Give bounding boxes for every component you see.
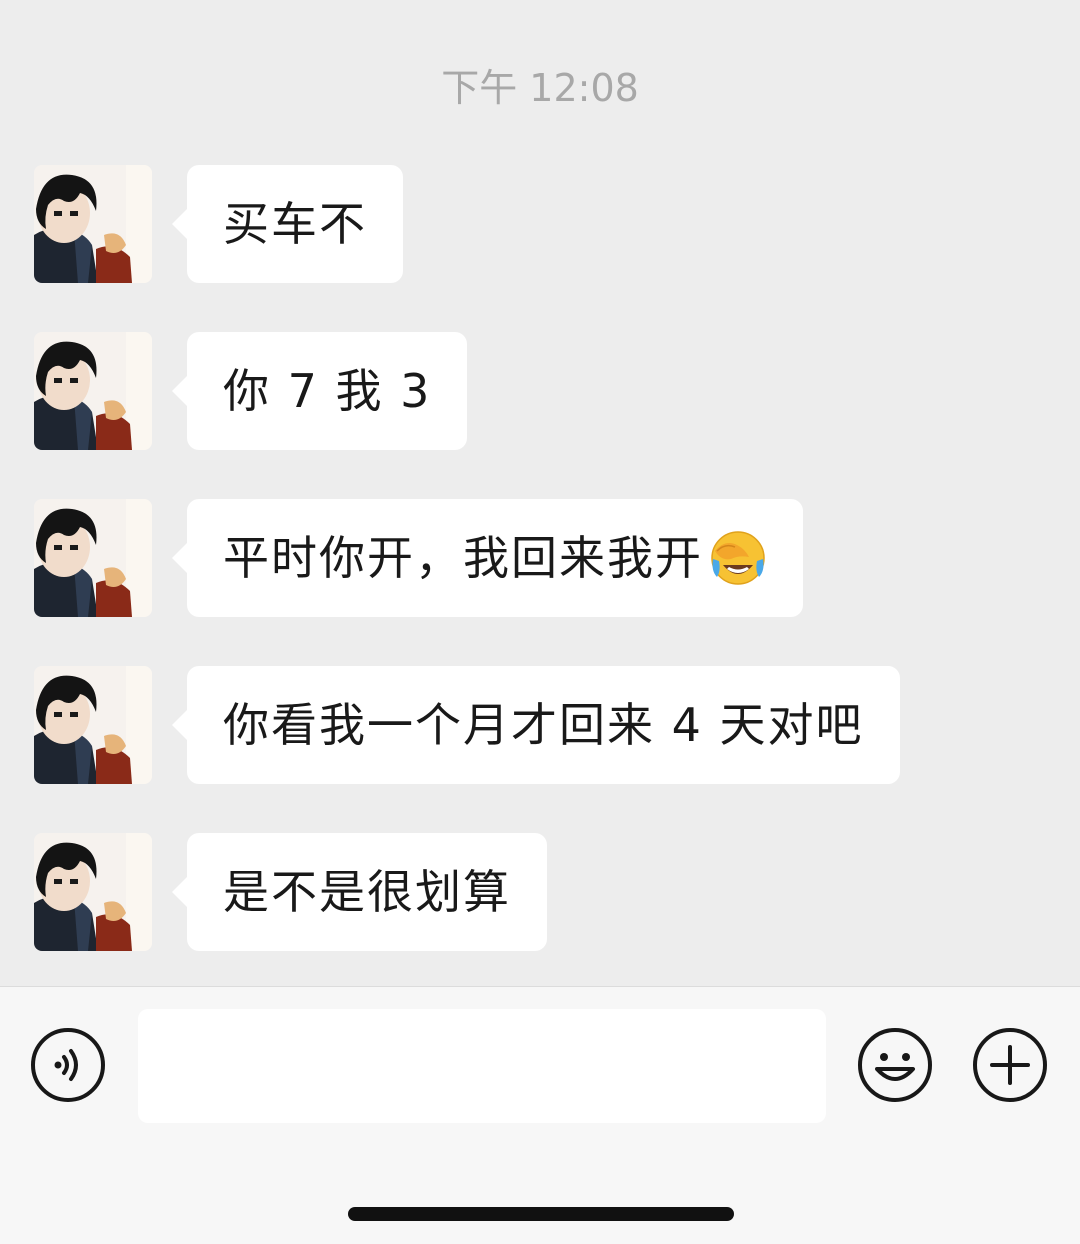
message-text: 是不是很划算 [223,865,511,919]
home-indicator[interactable] [348,1207,734,1221]
message-text: 平时你开，我回来我开 [223,531,703,585]
voice-input-icon [31,1028,105,1102]
avatar[interactable] [34,833,152,951]
message-bubble[interactable]: 平时你开，我回来我开 [172,499,803,617]
avatar-image [34,666,152,784]
avatar-image [34,165,152,283]
avatar-image [34,833,152,951]
message-text: 你看我一个月才回来 4 天对吧 [223,698,864,752]
avatar[interactable] [34,499,152,617]
avatar[interactable] [34,332,152,450]
message-bubble[interactable]: 是不是很划算 [172,833,547,951]
more-options-button[interactable] [972,1027,1048,1103]
message-bubble[interactable]: 你 7 我 3 [171,332,468,450]
avatar[interactable] [34,165,152,283]
avatar-image [34,332,152,450]
message-text: 买车不 [223,197,367,251]
plus-icon [973,1028,1047,1102]
message-bubble[interactable]: 你看我一个月才回来 4 天对吧 [172,666,900,784]
message-text: 你 7 我 3 [223,364,432,418]
message-bubble[interactable]: 买车不 [172,165,403,283]
emoji-button[interactable] [857,1027,933,1103]
face-with-tears-of-joy-covering-eyes-icon [709,529,767,587]
avatar[interactable] [34,666,152,784]
voice-input-button[interactable] [30,1027,106,1103]
avatar-image [34,499,152,617]
input-bar [0,986,1080,1244]
chat-area: 下午 12:08 买车不 你 7 我 3 平时你开，我回来我开 你看我一个月才回… [0,0,1080,986]
message-input[interactable] [138,1009,826,1123]
message-timestamp: 下午 12:08 [441,66,639,110]
emoji-smiley-icon [858,1028,932,1102]
